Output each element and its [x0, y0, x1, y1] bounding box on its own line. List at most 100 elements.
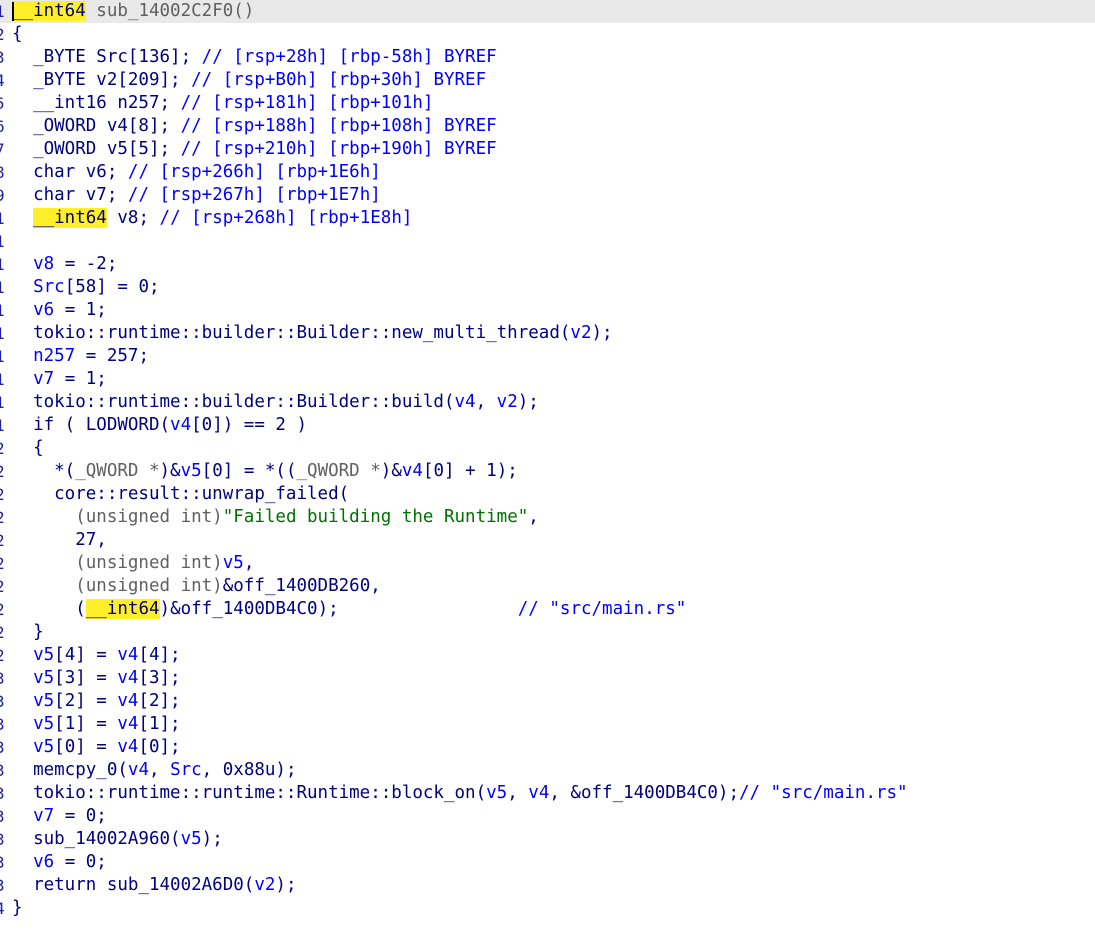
variable-name[interactable]: v5	[223, 553, 244, 573]
variable-name[interactable]: v8	[33, 254, 54, 274]
code-line[interactable]: 37 sub_14002A960(v5);	[0, 828, 1095, 851]
variable-name[interactable]: v6	[33, 300, 54, 320]
variable-name[interactable]: v4	[402, 461, 423, 481]
code-line[interactable]: 31 v5[2] = v4[2];	[0, 690, 1095, 713]
variable-name[interactable]: v7	[33, 369, 54, 389]
variable-name[interactable]: v4	[117, 714, 138, 734]
code-token: }	[12, 622, 44, 642]
code-line[interactable]: 24 27,	[0, 529, 1095, 552]
code-line[interactable]: 4 _BYTE v2[209]; // [rsp+B0h] [rbp+30h] …	[0, 69, 1095, 92]
code-line[interactable]: 17 v7 = 1;	[0, 368, 1095, 391]
code-line[interactable]: 38 v6 = 0;	[0, 851, 1095, 874]
code-line[interactable]: 30 v5[3] = v4[3];	[0, 667, 1095, 690]
code-text: sub_14002A960(v5);	[12, 828, 223, 851]
highlighted-keyword[interactable]: __int64	[12, 1, 86, 21]
code-line[interactable]: 7 _OWORD v5[5]; // [rsp+210h] [rbp+190h]…	[0, 138, 1095, 161]
code-token: _OWORD v5[5];	[12, 139, 181, 159]
variable-name[interactable]: v5	[33, 645, 54, 665]
code-line[interactable]: 5 __int16 n257; // [rsp+181h] [rbp+101h]	[0, 92, 1095, 115]
variable-name[interactable]: v5	[33, 714, 54, 734]
variable-name[interactable]: v4	[528, 783, 549, 803]
code-line[interactable]: 12 v8 = -2;	[0, 253, 1095, 276]
variable-name[interactable]: v4	[117, 691, 138, 711]
line-number: 19	[0, 414, 5, 437]
variable-name[interactable]: Src	[33, 277, 65, 297]
code-line[interactable]: 11	[0, 230, 1095, 253]
variable-name[interactable]: v4	[455, 392, 476, 412]
comment: // [rsp+188h] [rbp+108h] BYREF	[180, 116, 497, 136]
code-line[interactable]: 28 }	[0, 621, 1095, 644]
variable-name[interactable]: v5	[486, 783, 507, 803]
variable-name[interactable]: v5	[181, 829, 202, 849]
variable-name[interactable]: v4	[117, 645, 138, 665]
variable-name[interactable]: v4	[128, 760, 149, 780]
code-line[interactable]: 13 Src[58] = 0;	[0, 276, 1095, 299]
code-line[interactable]: 15 tokio::runtime::builder::Builder::new…	[0, 322, 1095, 345]
variable-name[interactable]: v7	[33, 806, 54, 826]
line-number: 5	[0, 92, 5, 115]
variable-name[interactable]: Src	[170, 760, 202, 780]
code-line[interactable]: 14 v6 = 1;	[0, 299, 1095, 322]
code-line[interactable]: 3 _BYTE Src[136]; // [rsp+28h] [rbp-58h]…	[0, 46, 1095, 69]
code-text: v5[2] = v4[2];	[12, 690, 181, 713]
variable-name[interactable]: v4	[117, 668, 138, 688]
code-token: = 0;	[54, 806, 107, 826]
code-text: if ( LODWORD(v4[0]) == 2 )	[12, 414, 307, 437]
code-line[interactable]: 25 (unsigned int)v5,	[0, 552, 1095, 575]
variable-name[interactable]: v4	[117, 737, 138, 757]
code-line[interactable]: 29 v5[4] = v4[4];	[0, 644, 1095, 667]
highlighted-keyword[interactable]: __int64	[33, 208, 107, 228]
variable-name[interactable]: v5	[181, 461, 202, 481]
code-line[interactable]: 39 return sub_14002A6D0(v2);	[0, 874, 1095, 897]
variable-name[interactable]: v4	[170, 415, 191, 435]
line-number: 18	[0, 391, 5, 414]
code-line[interactable]: 27 (__int64)&off_1400DB4C0); // "src/mai…	[0, 598, 1095, 621]
code-token: _OWORD v4[8];	[12, 116, 181, 136]
code-line[interactable]: 20 {	[0, 437, 1095, 460]
comment: // "src/main.rs"	[739, 783, 908, 803]
code-line[interactable]: 6 _OWORD v4[8]; // [rsp+188h] [rbp+108h]…	[0, 115, 1095, 138]
code-line[interactable]: 21 *(_QWORD *)&v5[0] = *((_QWORD *)&v4[0…	[0, 460, 1095, 483]
line-number: 15	[0, 322, 5, 345]
code-text: core::result::unwrap_failed(	[12, 483, 349, 506]
code-line[interactable]: 19 if ( LODWORD(v4[0]) == 2 )	[0, 414, 1095, 437]
code-text: tokio::runtime::runtime::Runtime::block_…	[12, 782, 908, 805]
variable-name[interactable]: n257	[33, 346, 75, 366]
code-token: char v6;	[12, 162, 128, 182]
variable-name[interactable]: v5	[33, 668, 54, 688]
code-line[interactable]: 16 n257 = 257;	[0, 345, 1095, 368]
line-number: 31	[0, 690, 5, 713]
code-line[interactable]: 33 v5[0] = v4[0];	[0, 736, 1095, 759]
variable-name[interactable]: v2	[497, 392, 518, 412]
code-text: v5[1] = v4[1];	[12, 713, 181, 736]
pseudocode-editor[interactable]: 1__int64 sub_14002C2F0()2{3 _BYTE Src[13…	[0, 0, 1095, 939]
line-number: 13	[0, 276, 5, 299]
code-line[interactable]: 8 char v6; // [rsp+266h] [rbp+1E6h]	[0, 161, 1095, 184]
variable-name[interactable]: v2	[254, 875, 275, 895]
code-line[interactable]: 2{	[0, 23, 1095, 46]
variable-name[interactable]: v5	[33, 691, 54, 711]
code-line[interactable]: 23 (unsigned int)"Failed building the Ru…	[0, 506, 1095, 529]
line-number: 34	[0, 759, 5, 782]
code-line[interactable]: 1 __int64 sub_14002C2F0()	[0, 0, 1095, 23]
comment: // [rsp+28h] [rbp-58h] BYREF	[201, 47, 497, 67]
code-line[interactable]: 22 core::result::unwrap_failed(	[0, 483, 1095, 506]
code-line[interactable]: 9 char v7; // [rsp+267h] [rbp+1E7h]	[0, 184, 1095, 207]
code-line[interactable]: 10 __int64 v8; // [rsp+268h] [rbp+1E8h]	[0, 207, 1095, 230]
code-line[interactable]: 35 tokio::runtime::runtime::Runtime::blo…	[0, 782, 1095, 805]
variable-name[interactable]: v6	[33, 852, 54, 872]
code-line[interactable]: 36 v7 = 0;	[0, 805, 1095, 828]
code-line[interactable]: 18 tokio::runtime::builder::Builder::bui…	[0, 391, 1095, 414]
code-line[interactable]: 32 v5[1] = v4[1];	[0, 713, 1095, 736]
code-text: v7 = 0;	[12, 805, 107, 828]
line-number: 9	[0, 184, 5, 207]
code-line[interactable]: 34 memcpy_0(v4, Src, 0x88u);	[0, 759, 1095, 782]
highlighted-keyword[interactable]: __int64	[85, 599, 160, 619]
variable-name[interactable]: v5	[33, 737, 54, 757]
variable-name[interactable]: v2	[570, 323, 591, 343]
code-line[interactable]: 26 (unsigned int)&off_1400DB260,	[0, 575, 1095, 598]
line-number: 14	[0, 299, 5, 322]
code-line[interactable]: 40}	[0, 897, 1095, 920]
